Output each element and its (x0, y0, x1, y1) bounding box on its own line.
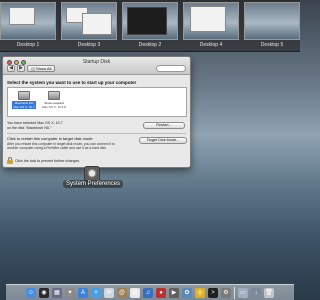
window-titlebar[interactable]: Startup Disk ◀ ▶ Show All (3, 57, 190, 75)
forward-button[interactable]: ▶ (17, 65, 25, 72)
space-desktop-5[interactable]: Desktop 5 (244, 2, 300, 48)
lock-row: Click the lock to prevent further change… (7, 157, 80, 164)
target-disk-mode-title: Click to restart this computer in target… (7, 136, 93, 141)
facetime-icon[interactable]: ▶ (169, 287, 179, 298)
hard-drive-icon (48, 91, 60, 100)
space-desktop-4[interactable]: Desktop 4 (183, 2, 239, 48)
iphoto-icon[interactable]: ✿ (182, 287, 192, 298)
space-desktop-3[interactable]: Desktop 3 (61, 2, 117, 48)
space-label: Desktop 4 (199, 42, 223, 48)
select-system-prompt: Select the system you want to use to sta… (7, 80, 137, 85)
show-all-label: Show All (36, 66, 52, 71)
system-preferences-icon[interactable]: ⚙ (221, 287, 231, 298)
space-thumbnail (122, 2, 178, 40)
mission-control-icon[interactable]: ▦ (52, 287, 62, 298)
show-all-button[interactable]: Show All (27, 65, 56, 72)
space-label: Desktop 5 (260, 42, 284, 48)
safari-icon[interactable]: ✧ (91, 287, 101, 298)
status-line-2: on the disk "Macintosh HD." (7, 125, 52, 130)
terminal-icon[interactable]: > (208, 287, 218, 298)
chrome-icon[interactable]: ◎ (195, 287, 205, 298)
disk-list: Macintosh HD Mac OS X, 10.7 Snow Leopard… (7, 87, 187, 117)
restart-button[interactable]: Restart... (143, 122, 185, 129)
status-line-1: You have selected Mac OS X, 10.7 (7, 121, 63, 125)
space-thumbnail (0, 2, 56, 40)
target-disk-mode-description: After you restart this computer in targe… (7, 142, 115, 150)
app-window-label: System Preferences (63, 180, 123, 188)
finder-icon[interactable]: ☺ (26, 287, 36, 298)
lock-text: Click the lock to prevent further change… (15, 158, 81, 163)
lock-icon[interactable] (7, 157, 13, 164)
trash-icon[interactable]: 🗑 (264, 287, 274, 298)
launchpad-icon[interactable]: ✦ (65, 287, 75, 298)
space-label: Desktop 2 (138, 42, 162, 48)
mail-icon[interactable]: ✉ (104, 287, 114, 298)
disk-os: Mac OS X, 10.6.8 (42, 105, 66, 109)
downloads-icon[interactable]: ↓ (251, 287, 261, 298)
target-disk-mode-button[interactable]: Target Disk Mode... (139, 137, 187, 144)
hard-drive-icon (18, 91, 30, 100)
space-label: Desktop 1 (16, 42, 40, 48)
window-content: Select the system you want to use to sta… (3, 76, 190, 167)
dashboard-icon[interactable]: ◉ (39, 287, 49, 298)
space-thumbnail (244, 2, 300, 40)
space-label: Desktop 3 (77, 42, 101, 48)
space-thumbnail (183, 2, 239, 40)
toolbar: ◀ ▶ Show All (7, 65, 56, 72)
grid-icon (31, 66, 35, 71)
disk-snow-leopard[interactable]: Snow Leopard Mac OS X, 10.6.8 (42, 91, 66, 109)
itunes-icon[interactable]: ♫ (143, 287, 153, 298)
space-desktop-2[interactable]: Desktop 2 (122, 2, 178, 48)
space-thumbnail (61, 2, 117, 40)
selection-status: You have selected Mac OS X, 10.7 on the … (7, 121, 63, 130)
disk-macintosh-hd[interactable]: Macintosh HD Mac OS X, 10.7 (12, 91, 36, 109)
ical-icon[interactable]: ▤ (130, 287, 140, 298)
back-button[interactable]: ◀ (7, 65, 15, 72)
space-desktop-1[interactable]: Desktop 1 (0, 2, 56, 48)
disk-os: Mac OS X, 10.7 (12, 105, 36, 109)
startup-disk-window: Startup Disk ◀ ▶ Show All Select the sys… (2, 56, 191, 168)
search-input[interactable] (156, 65, 186, 72)
dock-separator (234, 286, 235, 299)
dock: ☺ ◉ ▦ ✦ A ✧ ✉ @ ▤ ♫ ● ▶ ✿ ◎ > ⚙ ▭ ↓ 🗑 (6, 284, 294, 300)
spaces-bar: Desktop 1 Desktop 3 Desktop 2 Desktop 4 … (0, 0, 300, 52)
app-store-icon[interactable]: A (78, 287, 88, 298)
finder-window-icon[interactable]: ▭ (238, 287, 248, 298)
photo-booth-icon[interactable]: ● (156, 287, 166, 298)
contacts-icon[interactable]: @ (117, 287, 127, 298)
divider (7, 133, 186, 134)
